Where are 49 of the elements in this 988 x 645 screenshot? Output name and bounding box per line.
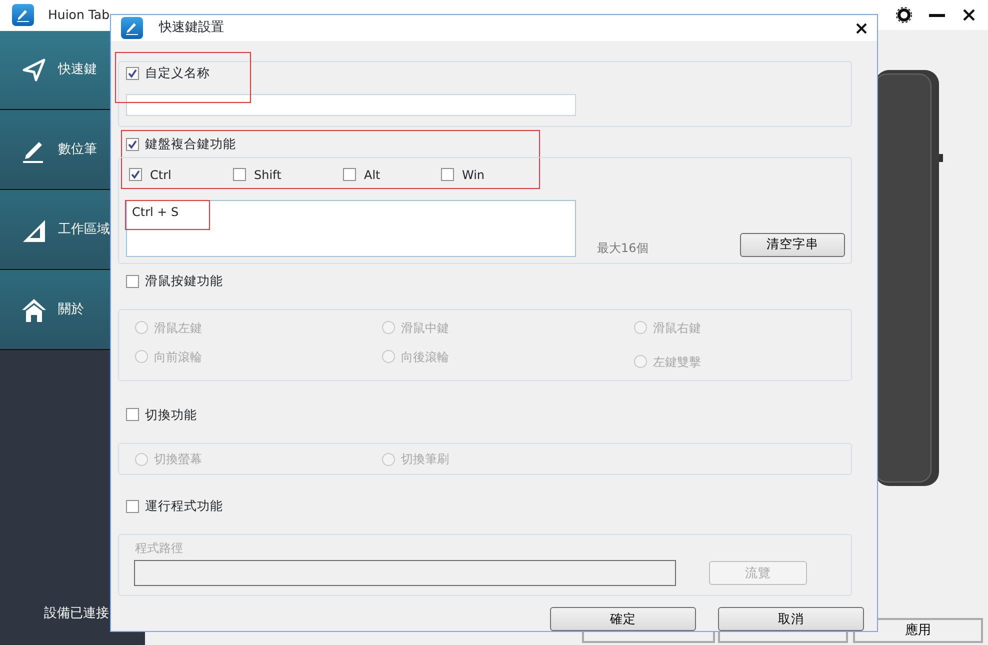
radio-label: 滑鼠右鍵 xyxy=(653,320,701,336)
checkbox[interactable] xyxy=(343,168,356,182)
radio-button[interactable] xyxy=(634,321,647,334)
checkbox-label: Ctrl xyxy=(150,166,172,184)
checkbox-label: 切換功能 xyxy=(145,406,197,424)
radio-button[interactable] xyxy=(382,350,395,363)
checkbox[interactable] xyxy=(126,138,139,151)
clear-string-button[interactable]: 清空字串 xyxy=(740,232,845,257)
radio-button[interactable] xyxy=(634,355,647,368)
dialog-title: 快速鍵設置 xyxy=(159,19,224,38)
checkbox-label: 自定义名称 xyxy=(145,64,210,82)
radio-label: 滑鼠中鍵 xyxy=(401,320,449,336)
key-combination-field[interactable]: Ctrl + S xyxy=(126,200,576,257)
app-logo-icon xyxy=(12,4,34,26)
checkbox[interactable] xyxy=(126,274,139,288)
checkbox[interactable] xyxy=(129,168,142,182)
radio-button[interactable] xyxy=(135,452,148,466)
ok-button[interactable]: 確定 xyxy=(550,607,696,631)
checkbox[interactable] xyxy=(233,168,246,182)
max-length-hint: 最大16個 xyxy=(597,240,648,257)
radio-button[interactable] xyxy=(135,321,148,334)
radio-label: 左鍵雙擊 xyxy=(653,354,701,370)
checkbox[interactable] xyxy=(441,168,454,182)
connection-status: 設備已連接 xyxy=(43,604,110,622)
checkbox[interactable] xyxy=(126,408,139,422)
window-title: Huion Tab xyxy=(48,6,110,24)
radio-label: 滑鼠左鍵 xyxy=(154,320,202,336)
close-icon[interactable] xyxy=(856,22,867,34)
checkbox-label: Win xyxy=(462,166,485,184)
radio-label: 向後滾輪 xyxy=(401,348,449,366)
radio-button[interactable] xyxy=(382,321,395,334)
radio-label: 向前滾輪 xyxy=(154,348,202,366)
settings-icon[interactable] xyxy=(896,7,912,23)
checkbox[interactable] xyxy=(126,500,139,514)
checkbox-label: 鍵盤複合鍵功能 xyxy=(145,135,236,153)
radio-button[interactable] xyxy=(382,452,395,466)
send-icon xyxy=(20,56,48,84)
checkbox-label: Shift xyxy=(254,166,282,184)
checkbox[interactable] xyxy=(126,66,139,80)
radio-label: 切換筆刷 xyxy=(401,451,449,468)
close-icon[interactable] xyxy=(962,8,976,22)
checkbox-label: 運行程式功能 xyxy=(145,497,223,516)
field-label: 程式路徑 xyxy=(134,541,184,555)
cancel-button[interactable]: 取消 xyxy=(718,607,864,631)
checkbox-label: Alt xyxy=(364,166,380,184)
radio-button[interactable] xyxy=(135,350,148,363)
checkbox-label: 滑鼠按鍵功能 xyxy=(145,272,223,290)
radio-label: 切換螢幕 xyxy=(154,451,202,468)
name-field[interactable] xyxy=(126,94,576,116)
